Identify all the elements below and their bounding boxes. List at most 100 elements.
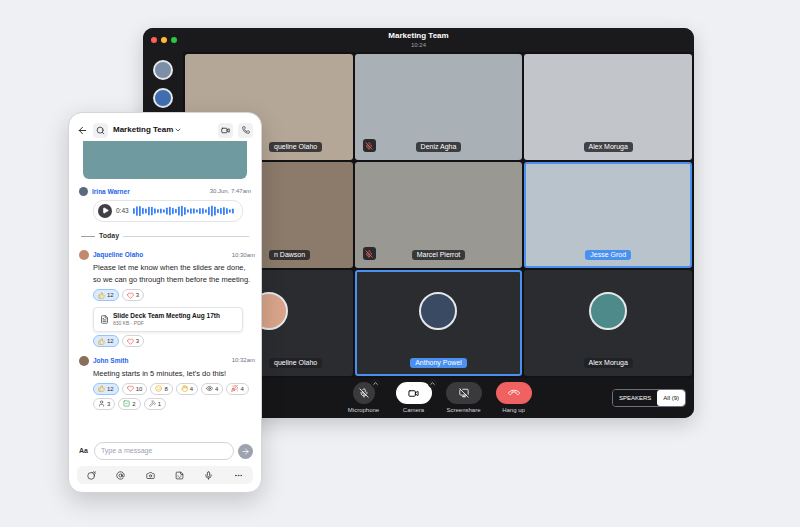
search-button[interactable] bbox=[93, 123, 108, 138]
microphone-icon[interactable] bbox=[204, 471, 213, 480]
hangup-button[interactable] bbox=[496, 382, 532, 404]
participant-tile[interactable]: Deniz Agha bbox=[355, 54, 523, 160]
author-name: Irina Warner bbox=[92, 187, 206, 197]
shared-photo[interactable] bbox=[83, 141, 247, 179]
participant-name: Marcel Pierrot bbox=[412, 250, 466, 260]
reaction-list: 12 10 8 4 4 4 3 2 1 bbox=[93, 383, 255, 410]
camera-button[interactable] bbox=[396, 382, 432, 404]
message-time: 10:30am bbox=[232, 251, 255, 260]
reaction-pill[interactable]: 12 bbox=[93, 335, 119, 347]
phone-chat: Marketing Team Irina Warner 30.Jun, 7:47am… bbox=[68, 112, 262, 493]
chevron-up-icon bbox=[372, 380, 379, 387]
back-arrow-icon[interactable] bbox=[77, 125, 88, 136]
reaction-pill[interactable]: 1 bbox=[144, 398, 166, 410]
reaction-count: 10 bbox=[136, 386, 143, 392]
file-attachment[interactable]: Slide Deck Team Meeting Aug 17th830 KB ·… bbox=[93, 307, 243, 332]
hang-up-icon bbox=[506, 386, 520, 400]
participant-tile[interactable]: Alex Moruga bbox=[524, 54, 692, 160]
control-label: Screenshare bbox=[446, 406, 480, 414]
send-button[interactable] bbox=[238, 444, 253, 459]
view-toggle-option[interactable]: SPEAKERS bbox=[613, 390, 657, 406]
camera-icon[interactable] bbox=[146, 471, 155, 480]
reaction-count: 12 bbox=[107, 386, 114, 392]
reaction-count: 12 bbox=[107, 292, 114, 298]
message-input[interactable]: Type a message bbox=[94, 442, 234, 460]
participant-tile[interactable]: Anthony Powel bbox=[355, 270, 523, 376]
message-time: 30.Jun, 7:47am bbox=[210, 187, 251, 196]
reaction-pill[interactable]: 4 bbox=[201, 383, 223, 395]
author-name: Jaqueline Olaho bbox=[93, 250, 232, 260]
view-toggle-option[interactable]: All (9) bbox=[657, 390, 685, 406]
sidebar-avatar[interactable] bbox=[153, 88, 173, 108]
screenshare-button[interactable] bbox=[446, 382, 482, 404]
traffic-lights bbox=[151, 37, 177, 43]
participant-tile[interactable]: Alex Moruga bbox=[524, 270, 692, 376]
close-button[interactable] bbox=[151, 37, 157, 43]
tile-label-row: Anthony Powel bbox=[357, 358, 521, 368]
mic-off-icon bbox=[359, 388, 369, 398]
send-arrow-icon bbox=[241, 447, 250, 456]
thumbs-up-icon bbox=[98, 292, 105, 299]
reaction-pill[interactable]: 10 bbox=[122, 383, 148, 395]
heart-icon bbox=[127, 292, 134, 299]
control-menu-caret[interactable] bbox=[428, 379, 437, 388]
control-label: Microphone bbox=[348, 406, 379, 414]
page: Marketing Team10:24queline OlahoDeniz Ag… bbox=[0, 0, 800, 527]
divider-label: Today bbox=[99, 231, 119, 242]
more-icon[interactable] bbox=[234, 471, 243, 480]
voice-player[interactable]: 0:43 bbox=[93, 200, 243, 222]
sidebar-avatar[interactable] bbox=[153, 60, 173, 80]
reaction-pill[interactable]: 12 bbox=[93, 289, 119, 301]
reaction-pill[interactable]: 8 bbox=[150, 383, 172, 395]
voice-call-button[interactable] bbox=[238, 123, 253, 138]
zoom-button[interactable] bbox=[171, 37, 177, 43]
reaction-count: 2 bbox=[132, 401, 135, 407]
play-button[interactable] bbox=[98, 204, 112, 218]
control-group: MicrophoneCameraScreenshareHang up bbox=[344, 382, 534, 414]
message-time: 10:32am bbox=[232, 356, 255, 365]
person-icon bbox=[98, 400, 105, 407]
file-meta: 830 KB · PDF bbox=[113, 320, 220, 327]
reaction-pill[interactable]: 3 bbox=[122, 289, 144, 301]
date-divider: Today bbox=[69, 231, 261, 242]
phone-icon bbox=[242, 126, 250, 134]
hammer-icon bbox=[149, 400, 156, 407]
reaction-pill[interactable]: 4 bbox=[176, 383, 198, 395]
divider-line bbox=[81, 236, 95, 237]
divider-line bbox=[123, 236, 249, 237]
reaction-pill[interactable]: 3 bbox=[93, 398, 115, 410]
reaction-count: 4 bbox=[190, 386, 193, 392]
search-icon bbox=[96, 126, 105, 135]
reaction-count: 4 bbox=[215, 386, 218, 392]
reaction-pill[interactable]: 12 bbox=[93, 383, 119, 395]
reaction-pill[interactable]: 3 bbox=[122, 335, 144, 347]
format-button[interactable]: Aa bbox=[77, 446, 90, 457]
participant-name: Deniz Agha bbox=[416, 142, 462, 152]
control-menu-caret[interactable] bbox=[371, 379, 380, 388]
gif-sticker-icon[interactable] bbox=[175, 471, 184, 480]
message-text: Meeting starts in 5 minutes, let's do th… bbox=[93, 368, 255, 380]
mention-icon[interactable] bbox=[116, 471, 125, 480]
participant-name: n Dawson bbox=[269, 250, 310, 260]
title-bar: Marketing Team10:24 bbox=[143, 28, 694, 52]
reaction-count: 12 bbox=[107, 338, 114, 344]
microphone-button[interactable] bbox=[353, 382, 375, 404]
check-icon bbox=[123, 400, 130, 407]
chat-title-text: Marketing Team bbox=[113, 124, 173, 136]
tile-label-row: Alex Moruga bbox=[526, 142, 690, 152]
video-call-button[interactable] bbox=[218, 123, 233, 138]
reaction-pill[interactable]: 2 bbox=[118, 398, 140, 410]
chat-title[interactable]: Marketing Team bbox=[113, 124, 213, 136]
participant-tile[interactable]: Marcel Pierrot bbox=[355, 162, 523, 268]
participant-tile[interactable]: Jesse Grod bbox=[524, 162, 692, 268]
reaction-count: 4 bbox=[240, 386, 243, 392]
message-body: John Smith10:32amMeeting starts in 5 min… bbox=[93, 356, 255, 410]
tile-label-row: Deniz Agha bbox=[357, 142, 521, 152]
timer-bomb-icon[interactable] bbox=[87, 471, 96, 480]
input-placeholder: Type a message bbox=[101, 446, 152, 457]
file-info: Slide Deck Team Meeting Aug 17th830 KB ·… bbox=[113, 312, 220, 327]
reaction-pill[interactable]: 4 bbox=[226, 383, 248, 395]
participant-name: Anthony Powel bbox=[410, 358, 467, 368]
minimize-button[interactable] bbox=[161, 37, 167, 43]
participant-avatar bbox=[419, 292, 457, 330]
